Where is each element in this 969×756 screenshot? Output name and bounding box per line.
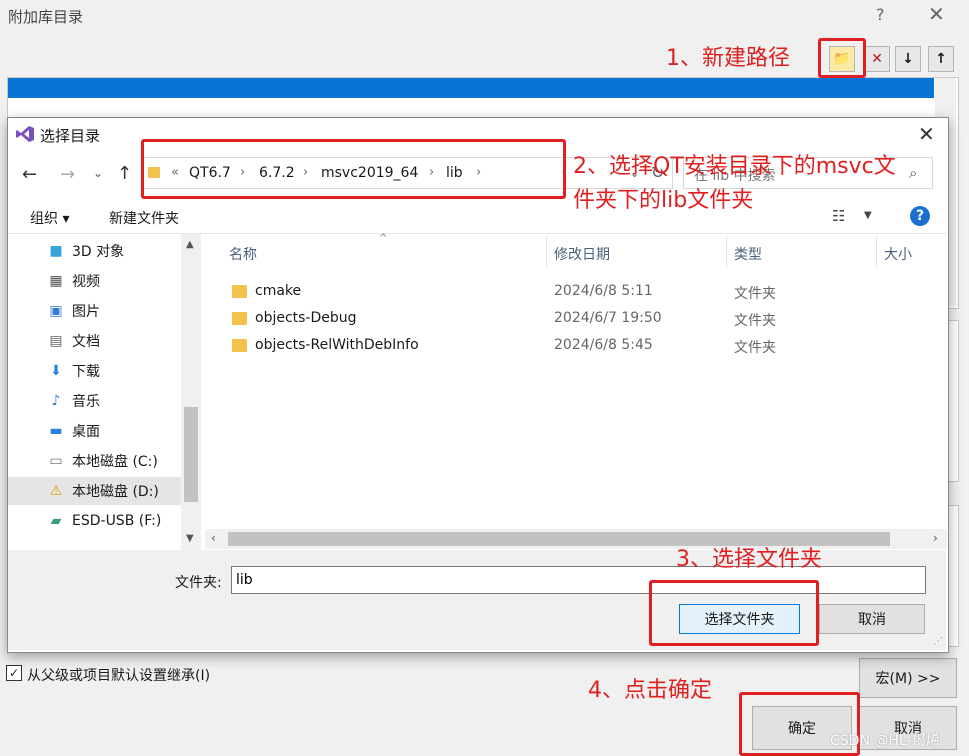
sort-ascending-icon: ^	[379, 233, 388, 244]
desktop-icon: ▬	[49, 423, 63, 439]
column-divider[interactable]	[546, 236, 547, 268]
up-arrow-icon[interactable]: ↑	[117, 163, 132, 184]
nav-item-downloads[interactable]: ⬇ 下载	[8, 357, 181, 385]
file-row[interactable]: objects-RelWithDebInfo 2024/6/8 5:45 文件夹	[228, 333, 928, 359]
inner-close-button[interactable]: ✕	[918, 122, 935, 146]
nav-item-drive-d[interactable]: ⚠ 本地磁盘 (D:)	[8, 477, 181, 505]
file-row[interactable]: cmake 2024/6/8 5:11 文件夹	[228, 279, 928, 305]
nav-item-usb-f[interactable]: ▰ ESD-USB (F:)	[8, 507, 181, 535]
folder-icon	[232, 312, 247, 325]
annotation-box-breadcrumb	[141, 139, 566, 199]
chevron-down-icon[interactable]: ▼	[186, 533, 194, 544]
folder-icon	[232, 285, 247, 298]
document-icon: ▤	[49, 333, 63, 349]
annotation-step3: 3、选择文件夹	[676, 547, 822, 572]
arrow-up-icon: ↑	[935, 51, 947, 67]
search-icon[interactable]: ⌕	[909, 164, 917, 182]
cube-icon: ■	[49, 243, 63, 259]
column-divider[interactable]	[876, 236, 877, 268]
inherit-label: 从父级或项目默认设置继承(I)	[27, 668, 211, 684]
new-folder-button[interactable]: 新建文件夹	[109, 208, 179, 228]
column-size[interactable]: 大小	[884, 244, 912, 264]
nav-scrollbar-thumb[interactable]	[184, 407, 198, 502]
delete-icon: ✕	[871, 51, 883, 67]
nav-item-music[interactable]: ♪ 音乐	[8, 387, 181, 415]
delete-path-button[interactable]: ✕	[864, 46, 890, 72]
recent-dropdown-icon[interactable]: ⌄	[93, 166, 103, 180]
nav-item-3d[interactable]: ■ 3D 对象	[8, 237, 181, 265]
column-divider[interactable]	[726, 236, 727, 268]
folder-icon	[232, 339, 247, 352]
usb-drive-icon: ▰	[50, 513, 62, 529]
visual-studio-icon	[16, 126, 34, 142]
annotation-box-new-path	[818, 38, 866, 78]
back-arrow-icon[interactable]: ←	[22, 164, 37, 185]
chevron-up-icon[interactable]: ▲	[186, 239, 194, 250]
nav-item-desktop[interactable]: ▬ 桌面	[8, 417, 181, 445]
drive-warning-icon: ⚠	[49, 483, 63, 499]
column-date[interactable]: 修改日期	[554, 244, 610, 264]
view-options-icon[interactable]: ☷	[832, 207, 845, 225]
move-up-button[interactable]: ↑	[928, 46, 954, 72]
toolbar-divider	[8, 233, 946, 234]
annotation-box-select-folder	[649, 580, 819, 646]
inherit-checkbox[interactable]: ✓	[6, 665, 22, 681]
inner-dialog-title: 选择目录	[40, 127, 101, 145]
column-name[interactable]: 名称	[229, 244, 257, 264]
annotation-step2-line1: 2、选择QT安装目录下的msvc文	[573, 154, 896, 179]
folder-label: 文件夹:	[175, 575, 222, 591]
download-icon: ⬇	[50, 363, 62, 379]
outer-dialog-title: 附加库目录	[8, 8, 84, 26]
music-icon: ♪	[51, 393, 61, 409]
view-dropdown-icon[interactable]: ▼	[864, 210, 872, 221]
forward-arrow-icon[interactable]: →	[60, 164, 75, 185]
move-down-button[interactable]: ↓	[895, 46, 921, 72]
path-list-selected-row[interactable]	[8, 78, 934, 98]
drive-icon: ▭	[49, 453, 63, 469]
nav-item-drive-c[interactable]: ▭ 本地磁盘 (C:)	[8, 447, 181, 475]
watermark: CSDN @HL-羯烯	[830, 733, 940, 749]
help-icon[interactable]: ?	[910, 206, 930, 226]
picture-icon: ▣	[49, 303, 63, 319]
chevron-right-icon[interactable]: ›	[933, 531, 938, 545]
macro-button[interactable]: 宏(M) >>	[859, 658, 957, 698]
file-row[interactable]: objects-Debug 2024/6/7 19:50 文件夹	[228, 306, 928, 332]
nav-scrollbar[interactable]	[181, 234, 201, 550]
resize-grip-icon[interactable]: ⋰	[933, 636, 943, 647]
organize-menu[interactable]: 组织 ▾	[30, 208, 69, 228]
outer-close-button[interactable]: ✕	[928, 2, 945, 26]
nav-item-video[interactable]: ▦ 视频	[8, 267, 181, 295]
annotation-step4: 4、点击确定	[588, 678, 712, 703]
annotation-step2-line2: 件夹下的lib文件夹	[573, 188, 754, 213]
outer-help-button[interactable]: ?	[876, 5, 885, 24]
nav-item-pictures[interactable]: ▣ 图片	[8, 297, 181, 325]
arrow-down-icon: ↓	[902, 51, 914, 67]
chevron-left-icon[interactable]: ‹	[211, 531, 216, 545]
annotation-step1: 1、新建路径	[666, 46, 790, 71]
inner-cancel-button[interactable]: 取消	[819, 604, 925, 634]
column-type[interactable]: 类型	[734, 244, 762, 264]
video-icon: ▦	[49, 273, 63, 289]
nav-item-documents[interactable]: ▤ 文档	[8, 327, 181, 355]
